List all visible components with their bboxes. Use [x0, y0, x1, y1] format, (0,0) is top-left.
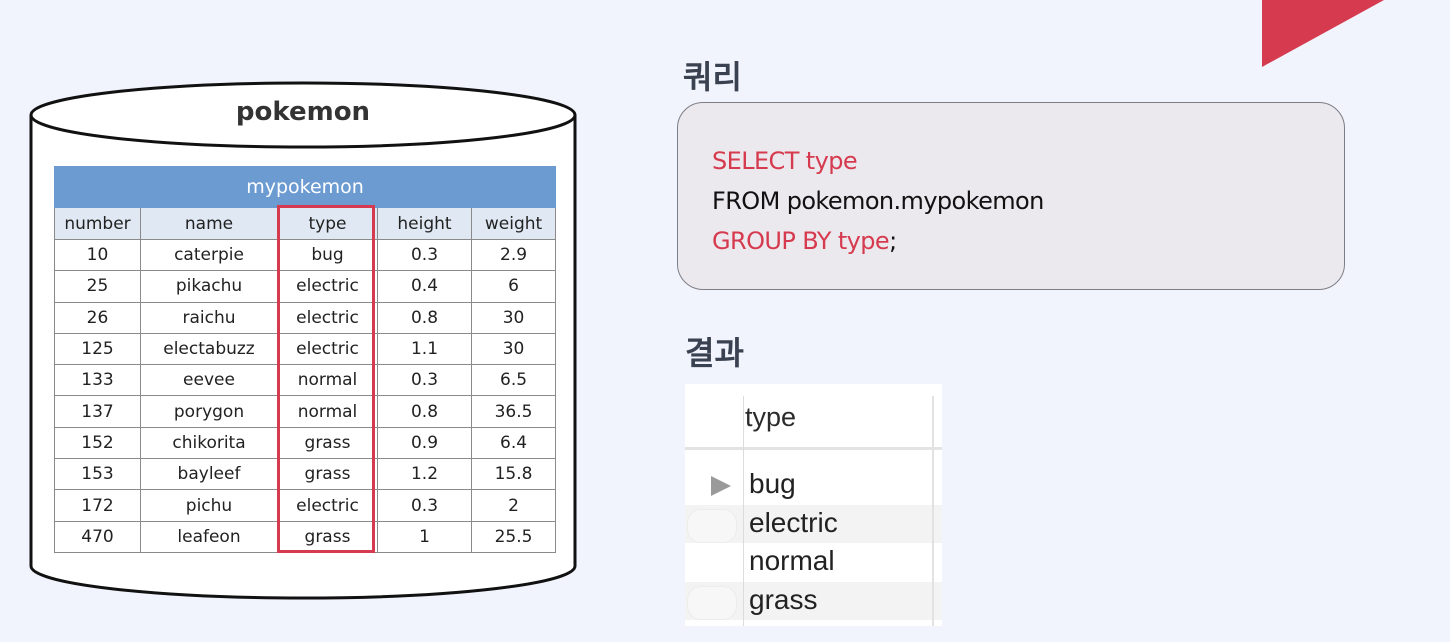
- cell-height: 1: [377, 520, 472, 553]
- result-column-header: type: [745, 402, 797, 432]
- cell-number: 25: [54, 270, 141, 303]
- cell-name: porygon: [140, 395, 278, 428]
- result-title: 결과: [685, 334, 744, 372]
- cell-name: eevee: [140, 364, 278, 397]
- table-row: 125 electabuzz electric 1.1 30: [54, 332, 557, 366]
- result-row[interactable]: bug: [685, 466, 942, 504]
- cell-weight: 36.5: [470, 395, 557, 428]
- table-row: 153 bayleef grass 1.2 15.8: [54, 458, 557, 491]
- table-row: 133 eevee normal 0.3 6.5: [54, 364, 557, 397]
- cell-type: electric: [277, 332, 378, 366]
- cell-weight: 30: [470, 332, 557, 366]
- column-header-number: number: [54, 207, 141, 240]
- cell-type: normal: [277, 395, 378, 428]
- result-row[interactable]: grass: [685, 582, 942, 620]
- cell-number: 137: [54, 395, 141, 428]
- mypokemon-table: mypokemon number name type height weight 10 c…: [53, 166, 557, 553]
- table-row: 152 chikorita grass 0.9 6.4: [54, 426, 557, 460]
- cell-name: electabuzz: [140, 332, 278, 366]
- sql-keyword: GROUP BY type: [712, 227, 890, 255]
- result-column-separator: [743, 396, 744, 626]
- current-row-arrow-icon: [711, 476, 731, 496]
- column-header-type: type: [277, 207, 378, 240]
- result-cell-type: bug: [749, 468, 796, 499]
- result-column-separator: [932, 396, 934, 626]
- cell-weight: 25.5: [470, 520, 557, 553]
- cell-height: 1.2: [377, 458, 472, 491]
- result-cell-type: electric: [749, 507, 838, 538]
- cell-name: chikorita: [140, 426, 278, 460]
- cell-weight: 6.5: [470, 364, 557, 397]
- cell-height: 0.8: [377, 395, 472, 428]
- table-row: 172 pichu electric 0.3 2: [54, 489, 557, 522]
- cell-weight: 2.9: [470, 238, 557, 272]
- cell-height: 0.9: [377, 426, 472, 460]
- sql-keyword: SELECT type: [712, 147, 858, 175]
- cell-type: grass: [277, 458, 378, 491]
- cell-weight: 6: [470, 270, 557, 303]
- column-header-name: name: [140, 207, 278, 240]
- cell-number: 125: [54, 332, 141, 366]
- cell-name: bayleef: [140, 458, 278, 491]
- result-row[interactable]: normal: [685, 543, 942, 581]
- cell-name: pikachu: [140, 270, 278, 303]
- cell-number: 470: [54, 520, 141, 553]
- cell-name: caterpie: [140, 238, 278, 272]
- row-selector[interactable]: [685, 547, 737, 579]
- cell-type: electric: [277, 301, 378, 334]
- query-line: GROUP BY type;: [712, 221, 1310, 261]
- cell-type: grass: [277, 520, 378, 553]
- column-header-weight: weight: [470, 207, 557, 240]
- table-row: 137 porygon normal 0.8 36.5: [54, 395, 557, 428]
- table-row: 470 leafeon grass 1 25.5: [54, 520, 557, 553]
- cell-name: pichu: [140, 489, 278, 522]
- cell-height: 0.8: [377, 301, 472, 334]
- table-name: mypokemon: [53, 166, 557, 208]
- table-row: 26 raichu electric 0.8 30: [54, 301, 557, 334]
- result-cell-type: grass: [749, 584, 818, 615]
- cell-number: 172: [54, 489, 141, 522]
- cell-number: 152: [54, 426, 141, 460]
- cell-name: raichu: [140, 301, 278, 334]
- table-row: 10 caterpie bug 0.3 2.9: [54, 238, 557, 272]
- table-row: 25 pikachu electric 0.4 6: [54, 270, 557, 303]
- result-grid: type bug electric normal grass: [685, 384, 942, 626]
- cell-height: 0.3: [377, 489, 472, 522]
- sql-text: ;: [889, 227, 897, 255]
- column-header-height: height: [377, 207, 472, 240]
- database-cylinder: pokemon mypokemon number name type height we…: [0, 0, 620, 642]
- cell-number: 133: [54, 364, 141, 397]
- cell-type: electric: [277, 270, 378, 303]
- cell-weight: 6.4: [470, 426, 557, 460]
- cell-type: bug: [277, 238, 378, 272]
- query-title: 쿼리: [683, 58, 742, 96]
- cell-number: 153: [54, 458, 141, 491]
- result-row[interactable]: electric: [685, 505, 942, 543]
- cell-type: normal: [277, 364, 378, 397]
- cell-height: 1.1: [377, 332, 472, 366]
- cell-weight: 2: [470, 489, 557, 522]
- row-selector[interactable]: [687, 586, 737, 620]
- database-name: pokemon: [235, 97, 371, 127]
- row-selector[interactable]: [687, 509, 737, 543]
- cell-weight: 15.8: [470, 458, 557, 491]
- query-line: FROM pokemon.mypokemon: [712, 181, 1310, 221]
- query-line: SELECT type: [712, 141, 1310, 181]
- cell-height: 0.4: [377, 270, 472, 303]
- result-cell-type: normal: [749, 545, 835, 576]
- cell-weight: 30: [470, 301, 557, 334]
- cell-name: leafeon: [140, 520, 278, 553]
- sql-text: FROM pokemon.mypokemon: [712, 187, 1044, 215]
- cell-number: 10: [54, 238, 141, 272]
- cell-height: 0.3: [377, 238, 472, 272]
- cell-type: electric: [277, 489, 378, 522]
- result-header: type: [685, 384, 942, 450]
- cell-number: 26: [54, 301, 141, 334]
- cell-type: grass: [277, 426, 378, 460]
- query-code-box: SELECT type FROM pokemon.mypokemon GROUP B…: [677, 102, 1345, 290]
- cell-height: 0.3: [377, 364, 472, 397]
